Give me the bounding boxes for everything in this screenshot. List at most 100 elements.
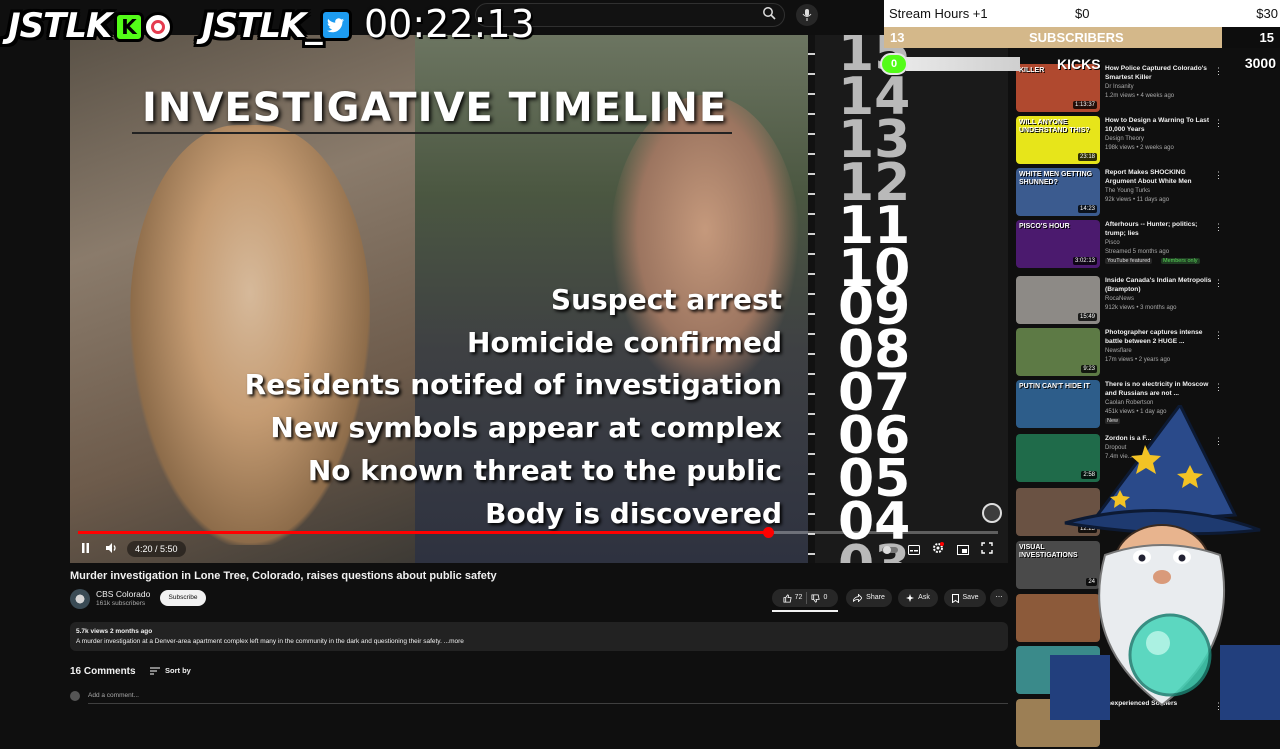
fullscreen-icon[interactable] (981, 542, 993, 557)
hours-target: $30 (1256, 6, 1278, 21)
share-icon (853, 594, 863, 602)
video-title[interactable]: There is no electricity in Moscow and Ru… (1105, 380, 1215, 398)
recommended-video[interactable]: WILL ANYONE UNDERSTAND THIS? 23:18 How to … (1016, 116, 1256, 166)
view-count: 17m views • 2 years ago (1105, 357, 1171, 363)
channel-name[interactable]: The Young Turks (1105, 188, 1150, 194)
subscribers-goal: 13 SUBSCRIBERS 15 (884, 27, 1280, 48)
video-title[interactable]: How to Design a Warning To Last 10,000 Y… (1105, 116, 1215, 134)
video-player[interactable]: INVESTIGATIVE TIMELINE 15 14 13 12 11 10… (70, 35, 1008, 563)
timeline-event: Residents notifed of investigation (244, 368, 782, 401)
channel-name[interactable]: Design Theory (1105, 136, 1144, 142)
view-count-date: 5.7k views 2 months ago (76, 628, 153, 635)
video-title[interactable]: Afterhours -- Hunter; politics; trump; l… (1105, 220, 1215, 238)
streamer-logo-left: JSTLK (8, 6, 112, 46)
share-button[interactable]: Share (846, 589, 892, 607)
more-options-icon[interactable]: ⋮ (1214, 330, 1223, 341)
kicks-label: KICKS (1057, 56, 1101, 72)
microphone-icon[interactable] (796, 4, 818, 26)
video-duration: 23:18 (1077, 153, 1097, 161)
video-duration: 9:23 (1081, 365, 1097, 373)
recommended-video[interactable]: WHITE MEN GETTING SHUNNED? 14:23 Report Ma… (1016, 168, 1256, 218)
hours-label: Stream Hours +1 (889, 6, 988, 21)
subscriber-count: 161k subscribers (96, 600, 146, 607)
kicks-target: 3000 (1244, 55, 1276, 71)
subscribers-target: 15 (1259, 30, 1274, 45)
subscribers-current: 13 (890, 30, 905, 45)
channel-watermark-icon[interactable] (982, 503, 1002, 523)
like-dislike-group: 72 0 (772, 589, 838, 607)
search-icon[interactable] (762, 6, 782, 24)
channel-avatar[interactable] (70, 589, 90, 609)
more-options-icon[interactable]: ⋮ (1214, 118, 1223, 129)
subtitles-icon[interactable] (908, 543, 920, 558)
hours-current: $0 (1075, 6, 1090, 21)
more-options-icon[interactable]: ⋮ (1214, 278, 1223, 289)
video-thumbnail[interactable]: WHITE MEN GETTING SHUNNED? 14:23 (1016, 168, 1100, 216)
description-box[interactable] (70, 622, 1008, 651)
sort-by-button[interactable]: Sort by (150, 666, 191, 675)
record-icon (143, 12, 173, 42)
thumbnail-text: WILL ANYONE UNDERSTAND THIS? (1019, 119, 1090, 134)
view-count: 1.2m views • 4 weeks ago (1105, 93, 1175, 99)
description-text[interactable]: A murder investigation at a Denver-area … (76, 638, 464, 645)
recommended-video[interactable]: 9:23 Photographer captures intense battle… (1016, 328, 1256, 378)
progress-scrubber[interactable] (763, 527, 774, 538)
video-thumbnail[interactable]: 15:49 (1016, 276, 1100, 324)
more-options-icon[interactable]: ⋮ (1214, 170, 1223, 181)
like-button[interactable]: 72 (783, 589, 802, 607)
channel-name[interactable]: Pisco (1105, 240, 1120, 246)
volume-icon[interactable] (105, 542, 118, 557)
video-title: Murder investigation in Lone Tree, Color… (70, 570, 497, 582)
share-label: Share (866, 594, 885, 601)
video-time: 4:20 / 5:50 (127, 541, 186, 557)
video-title[interactable]: Inside Canada's Indian Metropolis (Bramp… (1105, 276, 1215, 294)
sparkle-icon (906, 594, 915, 602)
save-label: Save (962, 594, 979, 601)
wizard-mascot-avatar (1050, 402, 1280, 720)
user-avatar (70, 691, 80, 701)
thumbnail-text: PISCO'S HOUR (1019, 223, 1070, 230)
video-title[interactable]: Report Makes SHOCKING Argument About Whi… (1105, 168, 1215, 186)
timeline-number: 03 (838, 539, 918, 563)
channel-name[interactable]: Dr Insanity (1105, 84, 1134, 90)
video-thumbnail[interactable]: PISCO'S HOUR 3:02:13 (1016, 220, 1100, 268)
more-options-icon[interactable]: ⋮ (1214, 382, 1223, 393)
video-thumbnail[interactable]: WILL ANYONE UNDERSTAND THIS? 23:18 (1016, 116, 1100, 164)
video-title[interactable]: Photographer captures intense battle bet… (1105, 328, 1215, 346)
view-count: 912k views • 3 months ago (1105, 305, 1177, 311)
video-thumbnail[interactable]: 9:23 (1016, 328, 1100, 376)
more-options-icon[interactable]: ⋮ (1214, 222, 1223, 233)
kick-badge-icon: K (114, 12, 144, 42)
channel-name[interactable]: CBS Colorado (96, 589, 150, 599)
kicks-goal: 0 KICKS 3000 (880, 53, 1280, 77)
pause-icon[interactable] (80, 542, 91, 557)
video-duration: 14:23 (1077, 205, 1097, 213)
subscribe-button[interactable]: Subscribe (160, 590, 206, 606)
miniplayer-icon[interactable] (957, 543, 969, 558)
recommended-video[interactable]: PISCO'S HOUR 3:02:13 Afterhours -- Hunter;… (1016, 220, 1256, 270)
save-button[interactable]: Save (944, 589, 986, 607)
channel-name[interactable]: RocaNews (1105, 296, 1134, 302)
members-only-badge: Members only (1161, 258, 1200, 264)
view-count: Streamed 5 months ago (1105, 249, 1170, 255)
add-comment-input[interactable]: Add a comment... (88, 692, 139, 699)
stream-goals-widget: Stream Hours +1 $0 $30 13 SUBSCRIBERS 15… (880, 0, 1280, 80)
view-count: 198k views • 2 weeks ago (1105, 145, 1174, 151)
channel-name[interactable]: Newsflare (1105, 348, 1132, 354)
heading-underline (132, 132, 732, 134)
bookmark-icon (951, 593, 959, 603)
like-ratio-bar (772, 610, 838, 612)
more-actions-icon[interactable]: ⋯ (990, 589, 1008, 607)
view-count: 92k views • 11 days ago (1105, 197, 1170, 203)
autoplay-toggle-icon[interactable] (882, 543, 898, 558)
video-heading: INVESTIGATIVE TIMELINE (142, 85, 728, 131)
settings-gear-icon[interactable] (932, 542, 944, 557)
video-duration: 15:49 (1077, 313, 1097, 321)
video-duration: 3:02:13 (1072, 257, 1097, 265)
comment-input-underline (88, 703, 1008, 704)
dislike-button[interactable]: 0 (811, 589, 827, 607)
ask-button[interactable]: Ask (898, 589, 938, 607)
dislike-count: 0 (823, 594, 828, 601)
recommended-video[interactable]: 15:49 Inside Canada's Indian Metropolis (… (1016, 276, 1256, 326)
video-progress-bar[interactable] (78, 527, 998, 538)
